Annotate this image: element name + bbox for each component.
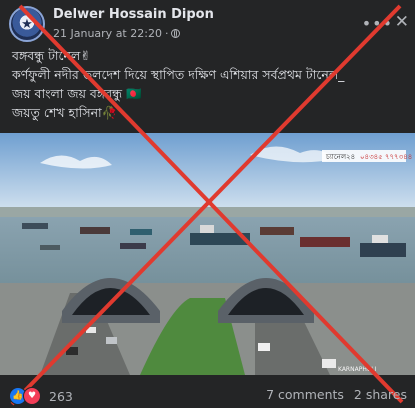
- author-name[interactable]: Delwer Hossain Dipon: [53, 7, 214, 22]
- meta-separator: ·: [164, 27, 169, 40]
- image-watermark: চ্যানেল২৪: [325, 153, 355, 161]
- reactions-summary[interactable]: 👍 ♥ 263: [9, 387, 73, 405]
- reaction-count: 263: [49, 388, 73, 404]
- image-badge: ০৪৩৪৫ ৭৭৭৩৪৪: [360, 153, 412, 161]
- post-photo[interactable]: চ্যানেল২৪ ০৪৩৪৫ ৭৭৭৩৪৪ KARNAPHULI: [0, 133, 415, 375]
- avatar-emblem-icon: ★: [21, 16, 33, 32]
- post-caption: বঙ্গবন্ধু টানেল✌ কর্ণফুলী নদীর তলদেশ দিয…: [12, 46, 407, 122]
- photo-illustration: চ্যানেল২৪ ০৪৩৪৫ ৭৭৭৩৪৪ KARNAPHULI: [0, 133, 415, 375]
- caption-line: জয়তু শেখ হাসিনা🥀: [12, 105, 118, 120]
- more-options-icon[interactable]: •••: [362, 14, 393, 33]
- caption-line: বঙ্গবন্ধু টানেল✌: [12, 48, 91, 63]
- love-reaction-icon: ♥: [23, 387, 41, 405]
- post-header: ★ Delwer Hossain Dipon 21 January at 22:…: [0, 0, 415, 46]
- caption-line: জয় বাংলা জয় বঙ্গবন্ধু 🇧🇩: [12, 86, 142, 101]
- timestamp[interactable]: 21 January at 22:20: [53, 27, 162, 40]
- close-icon[interactable]: ✕: [395, 12, 409, 32]
- globe-icon: [171, 29, 181, 38]
- post-footer: 👍 ♥ 263 7 comments 2 shares: [0, 378, 415, 408]
- shares-count[interactable]: 2 shares: [354, 387, 407, 402]
- post-meta: 21 January at 22:20 ·: [53, 27, 181, 40]
- engagement-stats: 7 comments 2 shares: [260, 387, 407, 402]
- comments-count[interactable]: 7 comments: [266, 387, 344, 402]
- avatar[interactable]: ★: [9, 6, 45, 42]
- caption-line: কর্ণফুলী নদীর তলদেশ দিয়ে স্থাপিত দক্ষিণ…: [12, 67, 345, 82]
- road-sign: KARNAPHULI: [338, 366, 377, 373]
- sky: [0, 133, 415, 213]
